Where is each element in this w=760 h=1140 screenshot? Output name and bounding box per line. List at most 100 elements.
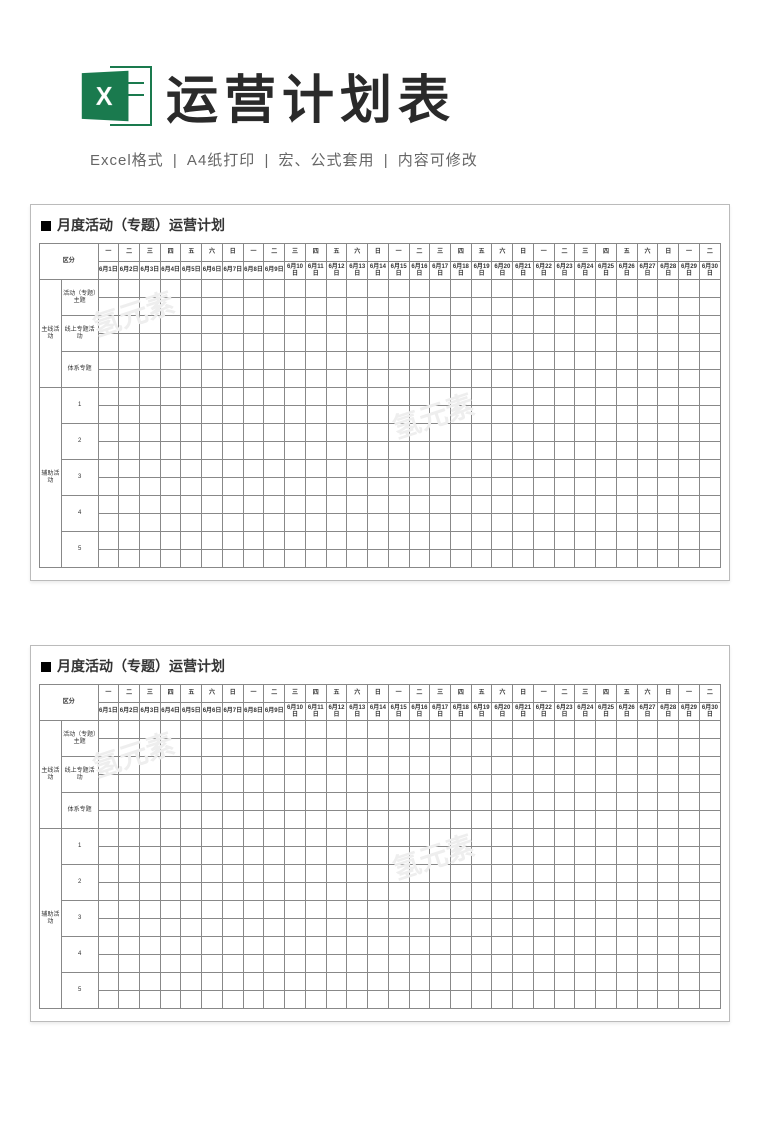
plan-cell <box>596 973 617 991</box>
plan-cell <box>347 532 368 550</box>
plan-cell <box>616 550 637 568</box>
plan-cell <box>98 496 119 514</box>
plan-cell <box>285 460 306 478</box>
plan-cell <box>430 334 451 352</box>
plan-cell <box>119 955 140 973</box>
plan-cell <box>492 280 513 298</box>
plan-cell <box>347 388 368 406</box>
plan-cell <box>347 955 368 973</box>
plan-cell <box>326 847 347 865</box>
plan-cell <box>699 460 720 478</box>
plan-cell <box>388 370 409 388</box>
date-header: 6月23日 <box>554 703 575 721</box>
plan-cell <box>326 514 347 532</box>
plan-cell <box>658 298 679 316</box>
plan-cell <box>264 901 285 919</box>
plan-cell <box>451 550 472 568</box>
plan-cell <box>513 757 534 775</box>
plan-cell <box>699 793 720 811</box>
plan-cell <box>347 496 368 514</box>
plan-cell <box>616 334 637 352</box>
date-header: 6月16日 <box>409 703 430 721</box>
plan-cell <box>98 316 119 334</box>
row-label: 线上专题活动 <box>61 757 98 793</box>
plan-cell <box>181 721 202 739</box>
plan-cell <box>347 847 368 865</box>
plan-cell <box>471 811 492 829</box>
plan-cell <box>368 919 389 937</box>
plan-cell <box>326 388 347 406</box>
plan-cell <box>326 298 347 316</box>
plan-cell <box>430 973 451 991</box>
plan-cell <box>119 388 140 406</box>
plan-cell <box>264 352 285 370</box>
plan-cell <box>347 757 368 775</box>
plan-cell <box>98 991 119 1009</box>
plan-cell <box>658 757 679 775</box>
plan-cell <box>264 973 285 991</box>
plan-cell <box>471 478 492 496</box>
row-label: 5 <box>61 973 98 1009</box>
plan-cell <box>368 550 389 568</box>
plan-cell <box>679 478 700 496</box>
plan-cell <box>596 316 617 334</box>
plan-cell <box>202 478 223 496</box>
plan-cell <box>430 883 451 901</box>
plan-cell <box>451 991 472 1009</box>
date-header: 6月28日 <box>658 703 679 721</box>
plan-cell <box>160 550 181 568</box>
date-header: 6月22日 <box>533 703 554 721</box>
plan-cell <box>554 280 575 298</box>
plan-cell <box>554 811 575 829</box>
plan-cell <box>492 424 513 442</box>
plan-cell <box>616 388 637 406</box>
plan-title-text: 月度活动（专题）运营计划 <box>57 658 225 674</box>
plan-cell <box>451 532 472 550</box>
plan-cell <box>699 442 720 460</box>
plan-cell <box>347 793 368 811</box>
plan-cell <box>202 775 223 793</box>
plan-cell <box>616 883 637 901</box>
subtitle-part: 内容可修改 <box>393 152 478 169</box>
plan-cell <box>139 334 160 352</box>
plan-cell <box>368 955 389 973</box>
plan-cell <box>575 811 596 829</box>
plan-cell <box>409 829 430 847</box>
plan-cell <box>119 280 140 298</box>
plan-cell <box>596 298 617 316</box>
plan-cell <box>139 388 160 406</box>
plan-cell <box>575 883 596 901</box>
plan-cell <box>347 937 368 955</box>
date-header: 6月9日 <box>264 703 285 721</box>
plan-cell <box>451 721 472 739</box>
plan-cell <box>679 298 700 316</box>
plan-cell <box>368 721 389 739</box>
plan-cell <box>430 901 451 919</box>
plan-cell <box>575 406 596 424</box>
plan-cell <box>637 811 658 829</box>
plan-cell <box>202 757 223 775</box>
plan-cell <box>471 955 492 973</box>
weekday-header: 六 <box>202 244 223 262</box>
plan-cell <box>388 883 409 901</box>
weekday-header: 三 <box>139 685 160 703</box>
plan-cell <box>533 514 554 532</box>
date-header: 6月26日 <box>616 262 637 280</box>
plan-cell <box>222 478 243 496</box>
plan-cell <box>285 334 306 352</box>
plan-cell <box>596 757 617 775</box>
plan-cell <box>139 973 160 991</box>
plan-cell <box>285 829 306 847</box>
plan-cell <box>616 739 637 757</box>
plan-cell <box>243 865 264 883</box>
plan-cell <box>616 280 637 298</box>
plan-cell <box>305 721 326 739</box>
plan-cell <box>637 478 658 496</box>
plan-cell <box>513 316 534 334</box>
plan-cell <box>430 811 451 829</box>
plan-cell <box>181 334 202 352</box>
plan-cell <box>554 388 575 406</box>
row-label: 5 <box>61 532 98 568</box>
plan-cell <box>513 793 534 811</box>
plan-cell <box>596 793 617 811</box>
